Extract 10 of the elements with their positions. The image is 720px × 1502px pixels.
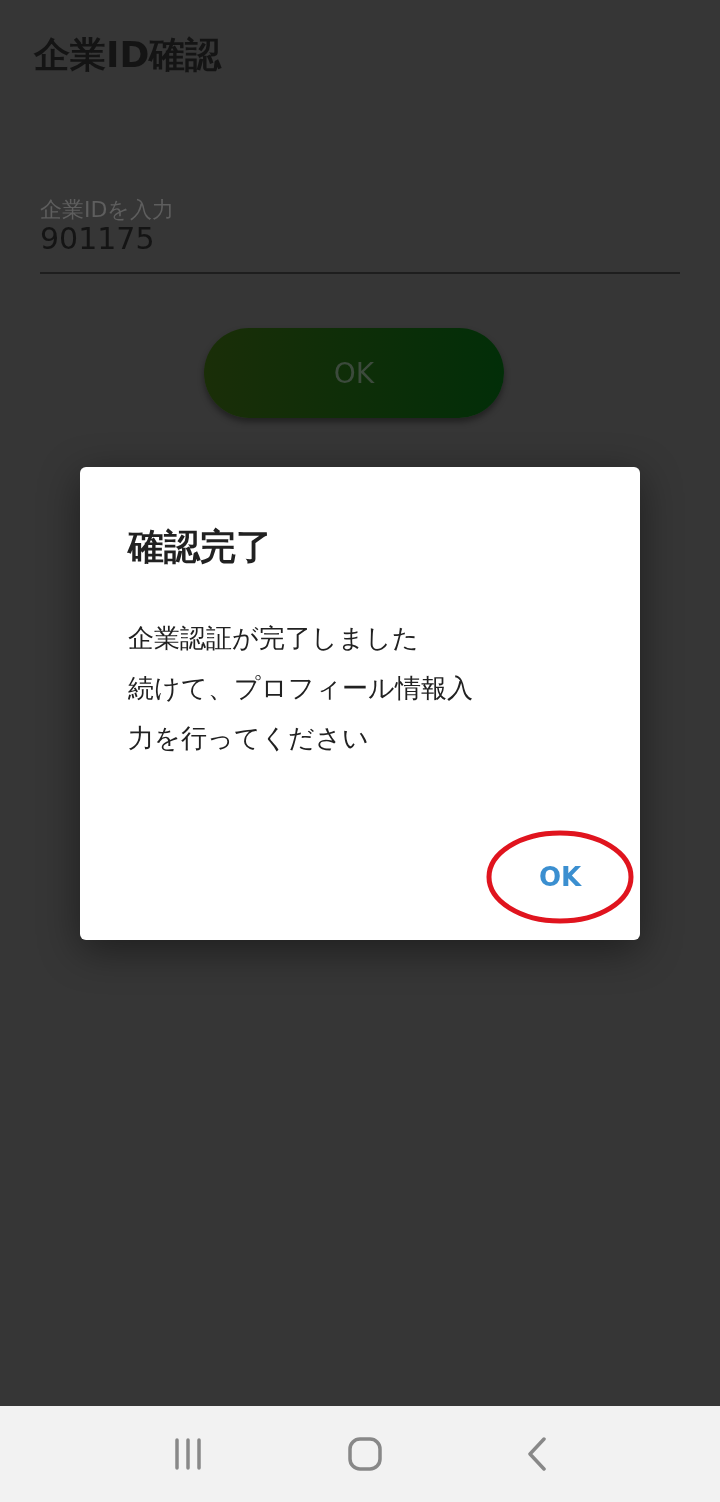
nav-button[interactable]: [348, 1437, 382, 1471]
home-icon: [348, 1437, 382, 1471]
dialog-message: 力を行ってください: [128, 722, 370, 755]
nav-button[interactable]: [172, 1438, 203, 1470]
back-icon: [527, 1437, 548, 1471]
dialog-title: 確認完了: [128, 525, 273, 569]
recents-icon: [172, 1438, 203, 1470]
dialog-message: 続けて、プロフィール情報入: [128, 672, 474, 705]
dialog-message: 企業認証が完了しました: [128, 622, 420, 655]
nav-button[interactable]: [527, 1437, 548, 1471]
